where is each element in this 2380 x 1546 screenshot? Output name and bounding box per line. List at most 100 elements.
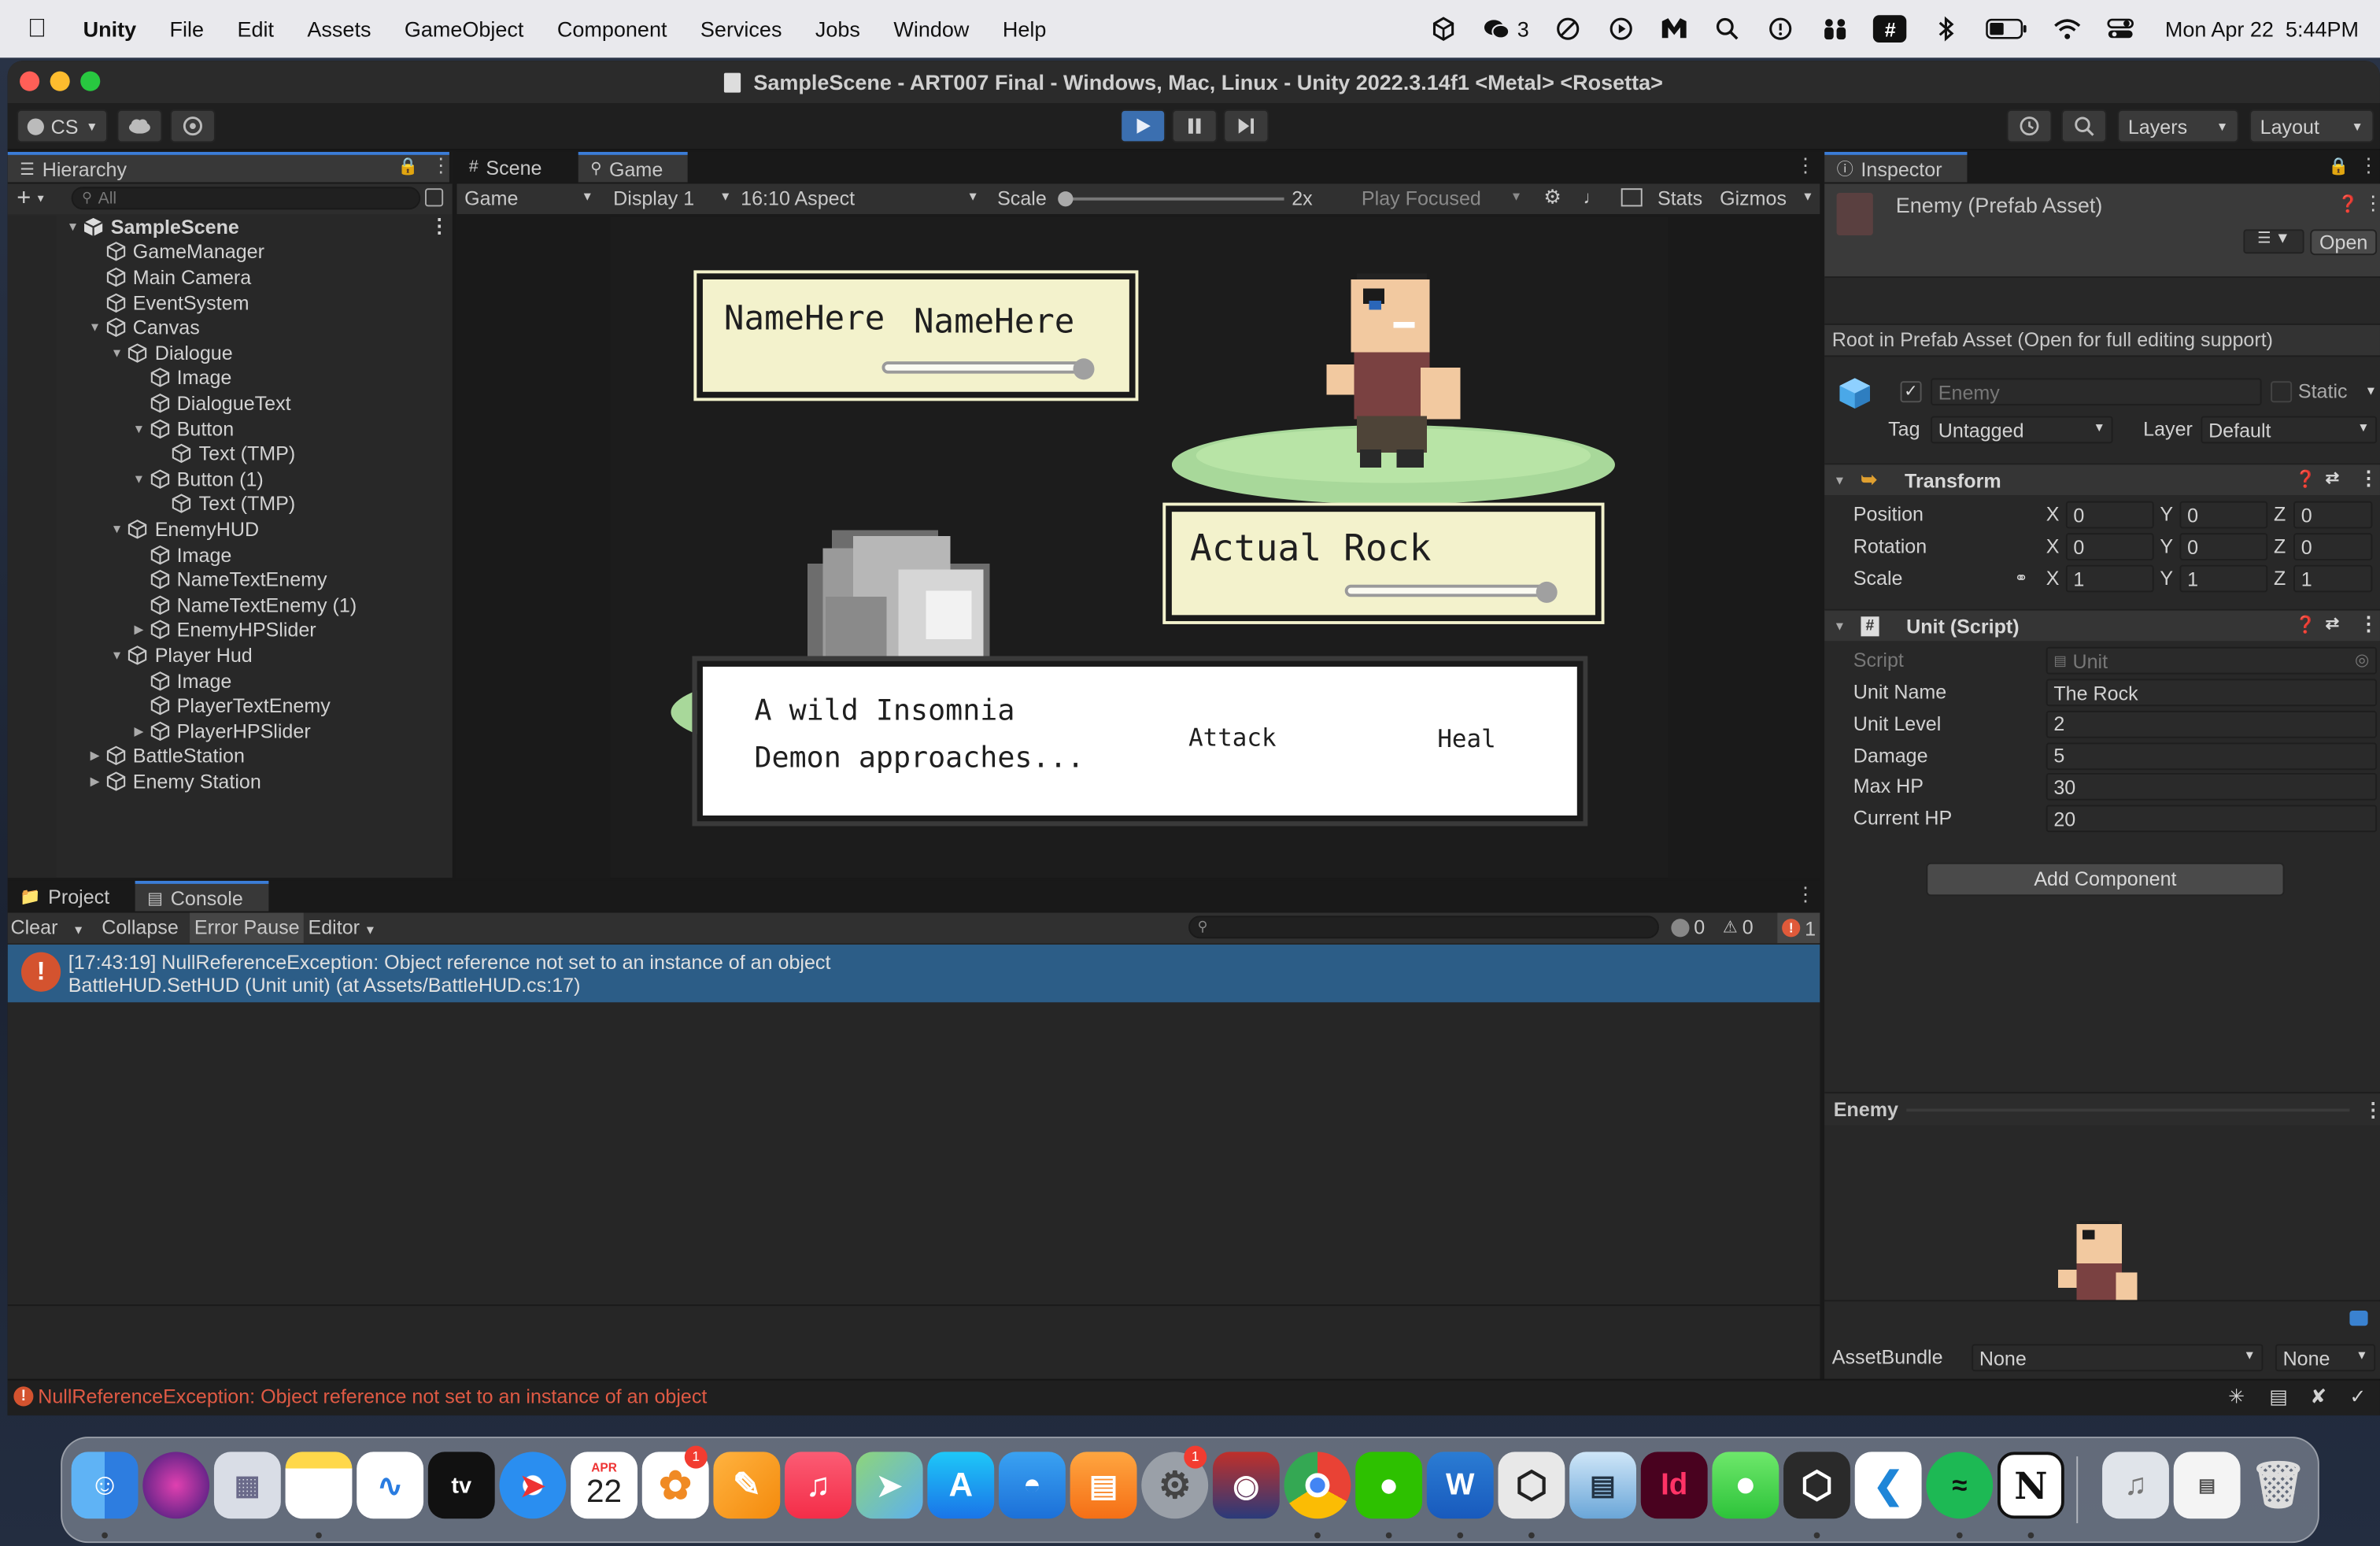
settings-dropdown[interactable]: ☰ ▼ [2243, 229, 2304, 254]
mute-audio-icon[interactable]: ♩ [1583, 187, 1601, 208]
warning-count-toggle[interactable]: ⚠ 0 [1723, 915, 1754, 938]
tag-dropdown[interactable]: Untagged ▼ [1931, 416, 2113, 444]
gizmos-dropdown[interactable]: Gizmos ▼ [1720, 187, 1816, 209]
player-hp-slider[interactable] [1344, 581, 1558, 603]
transform-z-field[interactable]: 1 [2293, 564, 2373, 593]
transform-x-field[interactable]: 1 [2065, 564, 2154, 593]
hierarchy-item[interactable]: Text (TMP) [8, 441, 295, 466]
progress-check-icon[interactable]: ✓ [2349, 1385, 2366, 1409]
chrome-icon[interactable] [1284, 1452, 1351, 1519]
axis-label-x[interactable]: X [2046, 503, 2060, 526]
aspect-dropdown[interactable]: 16:10 Aspect ▼ [741, 187, 984, 209]
axis-label-z[interactable]: Z [2274, 567, 2286, 590]
apple-icon[interactable]:  [28, 13, 47, 44]
maps-icon[interactable]: ➤ [856, 1452, 923, 1519]
zoom-window-button[interactable] [80, 71, 101, 91]
wifi-icon[interactable] [2054, 15, 2082, 43]
keynote-icon[interactable]: ◓ [998, 1452, 1066, 1519]
chevron-down-icon[interactable]: ▼ [87, 320, 102, 334]
more-menu-icon[interactable]: ⋮ [2359, 612, 2378, 636]
enemy-hp-slider[interactable] [881, 358, 1095, 380]
stats-button[interactable]: Stats [1658, 187, 1702, 209]
lock-icon[interactable]: 🔒 [397, 157, 418, 176]
scale-slider[interactable] [1058, 191, 1284, 207]
more-menu-icon[interactable]: ⋮ [2363, 1093, 2380, 1126]
more-menu-icon[interactable]: ⋮ [2359, 466, 2378, 490]
attack-button[interactable]: Attack [1188, 723, 1276, 752]
hierarchy-item[interactable]: ▶ EnemyHPSlider [8, 617, 316, 642]
play-focused-dropdown[interactable]: Play Focused ▼ [1362, 187, 1528, 209]
add-button[interactable]: + [17, 185, 31, 213]
hierarchy-item[interactable]: NameTextEnemy (1) [8, 592, 357, 617]
more-menu-icon[interactable]: ⋮ [1795, 882, 1815, 907]
scene-visibility-icon[interactable] [424, 188, 444, 207]
hierarchy-item[interactable]: EventSystem [8, 290, 249, 315]
bug-icon[interactable]: ⚙ [1543, 185, 1561, 209]
search-button[interactable] [2060, 109, 2107, 143]
hierarchy-item[interactable]: PlayerTextEnemy [8, 693, 331, 719]
hierarchy-item[interactable]: Image [8, 365, 231, 390]
hashtag-app-icon[interactable]: # [1873, 15, 1907, 43]
freeform-icon[interactable]: ∿ [357, 1452, 424, 1519]
transform-z-field[interactable]: 0 [2293, 501, 2373, 529]
people-icon[interactable] [1820, 15, 1848, 43]
chevron-right-icon[interactable]: ▶ [131, 623, 146, 637]
wechat-status-icon[interactable] [1482, 15, 1510, 43]
notion-icon[interactable]: N [1997, 1452, 2064, 1519]
hierarchy-item[interactable]: Text (TMP) [8, 491, 295, 516]
siri-icon[interactable] [142, 1452, 210, 1519]
unit-script-header[interactable]: ▼ # Unit (Script) ❓ ⇄ ⋮ [1824, 608, 2380, 642]
axis-label-z[interactable]: Z [2274, 503, 2286, 526]
tab-inspector[interactable]: ⓘ Inspector [1824, 151, 1968, 183]
menu-gameobject[interactable]: GameObject [405, 17, 524, 41]
enemy-hp-slider-handle[interactable] [1073, 358, 1095, 380]
scale-slider-thumb[interactable] [1058, 191, 1074, 207]
hierarchy-item[interactable]: ▼ Dialogue [8, 340, 233, 365]
console-detail-divider[interactable] [7, 1304, 1820, 1307]
chevron-right-icon[interactable]: ▶ [87, 749, 102, 763]
indesign-icon[interactable]: Id [1640, 1452, 1708, 1519]
hierarchy-item[interactable]: ▶ BattleStation [8, 744, 245, 769]
unit-field-input[interactable]: 2 [2046, 710, 2378, 738]
hierarchy-item[interactable]: Image [8, 668, 231, 693]
target-icon[interactable]: ◎ [2355, 650, 2370, 670]
tab-game[interactable]: ⚲ Game [578, 151, 688, 183]
console-entry-selected[interactable]: ! [17:43:19] NullReferenceException: Obj… [7, 945, 1820, 1003]
collapse-button[interactable]: Collapse [102, 915, 179, 938]
preset-icon[interactable]: ⇄ [2326, 468, 2340, 487]
hierarchy-item[interactable]: ▼ Player Hud [8, 642, 253, 668]
more-menu-icon[interactable]: ⋮ [430, 215, 449, 239]
play-circle-icon[interactable] [1608, 15, 1635, 43]
minimize-window-button[interactable] [50, 71, 70, 91]
unit-field-input[interactable]: 30 [2046, 773, 2378, 801]
layers-dropdown[interactable]: Layers ▼ [2117, 109, 2239, 143]
chevron-down-icon[interactable]: ▼ [109, 346, 124, 359]
transform-x-field[interactable]: 0 [2065, 501, 2154, 529]
hierarchy-item[interactable]: DialogueText [8, 390, 291, 416]
clear-button[interactable]: Clear ▼ [10, 915, 84, 938]
help-icon[interactable]: ❓ [2338, 194, 2358, 214]
unit-field-input[interactable]: 5 [2046, 742, 2378, 770]
heal-button[interactable]: Heal [1437, 724, 1495, 753]
alert-circle-icon[interactable] [1768, 15, 1795, 43]
hierarchy-item[interactable]: ▼ SampleScene ⋮ [8, 214, 453, 239]
error-count-toggle[interactable]: ! 1 [1777, 912, 1820, 944]
downloads-stack-icon[interactable]: ▤ [2173, 1452, 2241, 1519]
object-name-field[interactable]: Enemy [1931, 378, 2262, 406]
tab-project[interactable]: 📁 Project [8, 881, 129, 912]
axis-label-y[interactable]: Y [2160, 534, 2173, 557]
calendar-icon[interactable]: APR 22 [571, 1452, 638, 1519]
preview-header[interactable]: Enemy ⋮ [1824, 1092, 2380, 1126]
chevron-down-icon[interactable]: ▼ [131, 421, 146, 435]
focus-icon[interactable] [1555, 15, 1583, 43]
unit-field-input[interactable]: 20 [2046, 804, 2378, 833]
axis-label-z[interactable]: Z [2274, 534, 2286, 557]
open-button[interactable]: Open [2310, 229, 2378, 256]
preset-icon[interactable]: ⇄ [2326, 613, 2340, 633]
tab-hierarchy[interactable]: ☰ Hierarchy [7, 151, 449, 183]
menu-assets[interactable]: Assets [307, 17, 371, 41]
hierarchy-search-field[interactable]: ⚲ All [71, 187, 421, 210]
chevron-down-icon[interactable]: ▼ [109, 523, 124, 536]
hierarchy-item[interactable]: ▼ Canvas [8, 315, 200, 340]
chevron-right-icon[interactable]: ▶ [87, 775, 102, 788]
